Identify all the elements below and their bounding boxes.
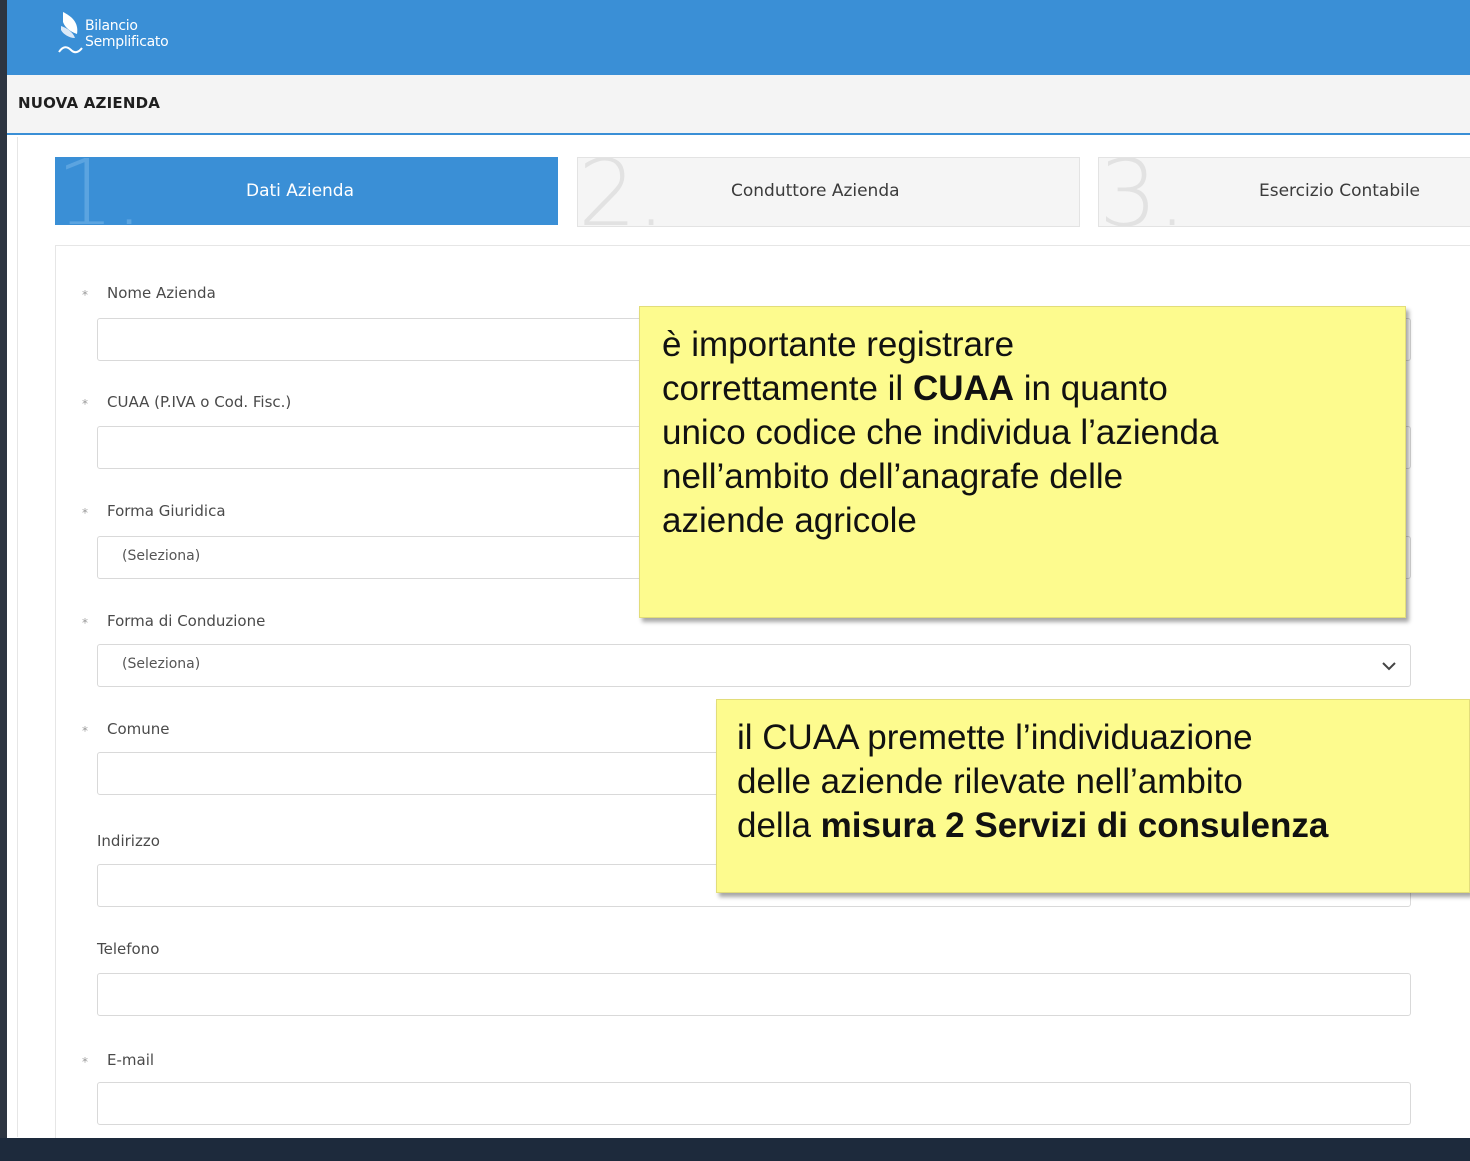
step-label: Conduttore Azienda [731,181,900,201]
indirizzo-label: Indirizzo [97,832,160,850]
cuaa-label: CUAA (P.IVA o Cod. Fisc.) [107,393,292,411]
callout-line: il CUAA premette l’individuazione [737,718,1253,757]
forma-conduzione-value: (Seleziona) [122,656,201,672]
app-logo[interactable]: Bilancio Semplificato [57,6,207,66]
email-label: E-mail [107,1051,155,1069]
callout-bold-text: misura 2 Servizi di consulenza [820,806,1329,845]
forma-giuridica-value: (Seleziona) [122,548,201,564]
taskbar-strip [0,1138,1470,1161]
callout-line: della misura 2 Servizi di consulenza [737,804,1449,848]
step-label: Esercizio Contabile [1259,181,1421,201]
page-title: NUOVA AZIENDA [18,94,161,112]
forma-giuridica-label: Forma Giuridica [107,502,226,520]
required-marker: * [82,397,88,411]
step-tab-conduttore-azienda[interactable]: 2. Conduttore Azienda [577,157,1080,227]
window-left-edge [0,0,7,1161]
callout-line: delle aziende rilevate nell’ambito [737,762,1243,801]
callout-line: è importante registrare [662,325,1015,364]
required-marker: * [82,616,88,630]
logo-leaf-icon [58,12,83,54]
callout-line: aziende agricole [662,501,917,540]
logo-line-2: Semplificato [85,34,169,50]
logo-line-1: Bilancio [85,18,138,34]
callout-text: correttamente il [662,369,913,408]
required-marker: * [82,724,88,738]
email-input[interactable] [97,1082,1411,1125]
app-header: Bilancio Semplificato [7,0,1470,75]
telefono-input[interactable] [97,973,1411,1016]
nome-azienda-label: Nome Azienda [107,284,216,302]
callout-line: nell’ambito dell’anagrafe delle [662,457,1124,496]
step-number: 3. [1099,157,1187,227]
required-marker: * [82,1055,88,1069]
telefono-label: Telefono [97,940,160,958]
step-number: 1. [56,157,144,225]
misura-note-callout: il CUAA premette l’individuazione delle … [716,699,1470,893]
page: Bilancio Semplificato NUOVA AZIENDA 1. D… [0,0,1470,1161]
step-number: 2. [578,157,666,227]
logo-text: Bilancio Semplificato [85,18,169,50]
callout-text: in quanto [1014,369,1168,408]
step-label: Dati Azienda [246,181,355,201]
required-marker: * [82,506,88,520]
required-marker: * [82,288,88,302]
callout-line: unico codice che individua l’azienda [662,413,1219,452]
comune-label: Comune [107,720,170,738]
chevron-down-icon[interactable] [1380,657,1398,675]
callout-bold-text: CUAA [912,369,1015,408]
main-panel: 1. Dati Azienda 2. Conduttore Azienda 3.… [17,137,1470,1145]
step-tab-dati-azienda[interactable]: 1. Dati Azienda [55,157,558,225]
callout-text: della [737,806,821,845]
callout-line: correttamente il CUAA in quanto [662,367,1383,411]
cuaa-note-callout: è importante registrare correttamente il… [639,306,1406,618]
step-tab-esercizio-contabile[interactable]: 3. Esercizio Contabile [1098,157,1470,227]
forma-conduzione-label: Forma di Conduzione [107,612,266,630]
page-title-bar: NUOVA AZIENDA [7,75,1470,135]
forma-conduzione-select[interactable]: (Seleziona) [97,644,1411,687]
